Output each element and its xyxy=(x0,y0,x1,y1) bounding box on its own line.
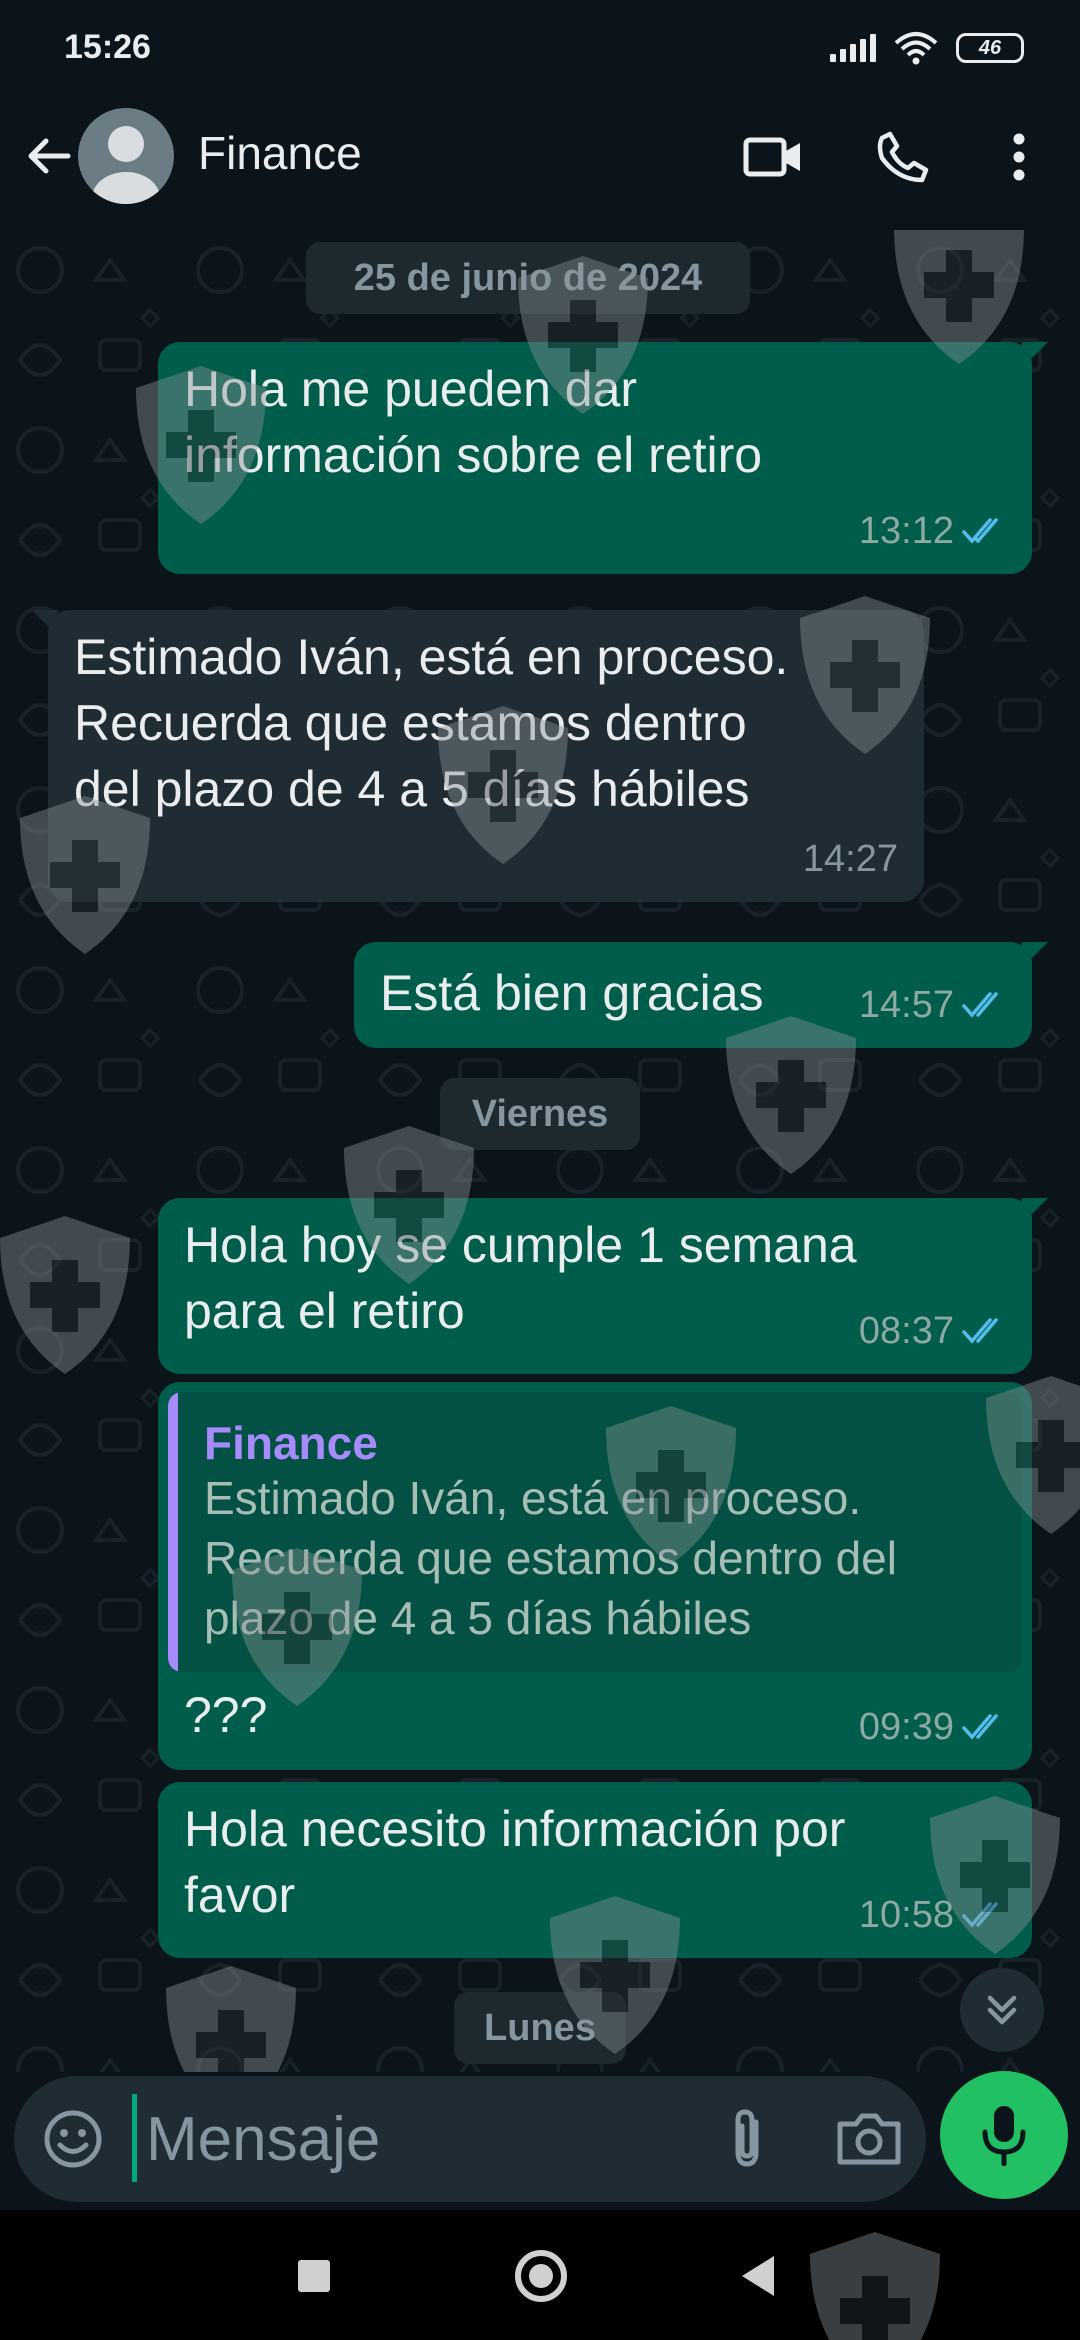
message-line: Hola necesito información por xyxy=(184,1801,846,1857)
message-time: 13:12 xyxy=(858,510,954,552)
watermark-shield-icon xyxy=(344,1126,474,1284)
watermark-shield-icon xyxy=(0,1216,130,1374)
voice-call-button[interactable] xyxy=(868,122,938,192)
watermark-shield-icon xyxy=(518,256,648,414)
system-back-button[interactable] xyxy=(742,2256,774,2296)
watermark-shield-icon xyxy=(930,1796,1060,1954)
voice-message-button[interactable] xyxy=(940,2071,1068,2199)
watermark-shield-icon xyxy=(606,1406,736,1564)
video-call-button[interactable] xyxy=(738,122,808,192)
watermark-shield-icon xyxy=(894,230,1024,364)
mic-icon xyxy=(982,2106,1026,2166)
home-button[interactable] xyxy=(515,2250,567,2302)
emoji-icon[interactable] xyxy=(40,2106,106,2172)
read-ticks-icon xyxy=(962,1714,998,1740)
phone-icon xyxy=(877,131,929,183)
avatar[interactable] xyxy=(78,108,174,204)
message-time: 14:57 xyxy=(858,984,954,1026)
watermark-shield-icon xyxy=(810,2232,940,2340)
message-line: Está bien gracias xyxy=(380,965,764,1021)
avatar-icon xyxy=(92,126,160,204)
read-ticks-icon xyxy=(962,992,998,1018)
camera-icon[interactable] xyxy=(834,2106,904,2172)
chat-area[interactable]: 25 de junio de 2024 Hola me pueden dar i… xyxy=(0,230,1080,2072)
recent-apps-button[interactable] xyxy=(298,2260,330,2292)
watermark-shield-icon xyxy=(986,1376,1080,1534)
scroll-down-icon xyxy=(987,1995,1017,2025)
scroll-to-bottom-button[interactable] xyxy=(960,1968,1044,2052)
video-call-icon xyxy=(743,137,800,177)
message-line: Hola hoy se cumple 1 semana xyxy=(184,1217,857,1273)
read-ticks-icon xyxy=(962,518,998,544)
status-time: 15:26 xyxy=(64,28,151,66)
chat-header: Finance xyxy=(0,96,1080,230)
back-arrow-icon xyxy=(28,138,71,174)
message-time: 09:39 xyxy=(858,1706,954,1748)
message-time: 14:27 xyxy=(802,838,898,880)
quote-bar xyxy=(168,1392,178,1672)
message-input[interactable] xyxy=(132,2094,692,2184)
watermark-shield-icon xyxy=(800,596,930,754)
watermark-shield-icon xyxy=(438,706,568,864)
more-options-button[interactable] xyxy=(984,122,1054,192)
more-options-icon xyxy=(1013,133,1025,181)
back-button[interactable] xyxy=(18,126,78,186)
signal-icon xyxy=(830,34,876,62)
watermark-shield-icon xyxy=(232,1548,362,1706)
message-line: favor xyxy=(184,1867,296,1923)
battery-icon: 46 xyxy=(956,33,1024,63)
watermark-shield-icon xyxy=(136,366,266,524)
wifi-icon xyxy=(894,32,938,65)
watermark-shield-icon xyxy=(166,1966,296,2072)
message-line: para el retiro xyxy=(184,1283,465,1339)
message-time: 08:37 xyxy=(858,1310,954,1352)
watermark-shield-icon xyxy=(550,1896,680,2054)
outgoing-message[interactable]: Está bien gracias 14:57 xyxy=(354,942,1048,1048)
message-line: Estimado Iván, está en proceso. xyxy=(74,629,789,685)
watermark-shield-icon xyxy=(726,1016,856,1174)
watermark-shield-icon xyxy=(20,796,150,954)
system-navigation-bar xyxy=(0,2210,1080,2340)
contact-name[interactable]: Finance xyxy=(198,126,362,180)
composer-bar xyxy=(0,2072,1080,2210)
status-bar: 15:26 46 xyxy=(0,0,1080,96)
quote-author: Finance xyxy=(204,1417,378,1469)
attach-icon[interactable] xyxy=(714,2106,780,2172)
read-ticks-icon xyxy=(962,1318,998,1344)
outgoing-message[interactable]: Hola hoy se cumple 1 semana para el reti… xyxy=(158,1198,1048,1374)
message-composer[interactable] xyxy=(14,2076,926,2202)
status-icons: 46 xyxy=(830,28,1024,68)
